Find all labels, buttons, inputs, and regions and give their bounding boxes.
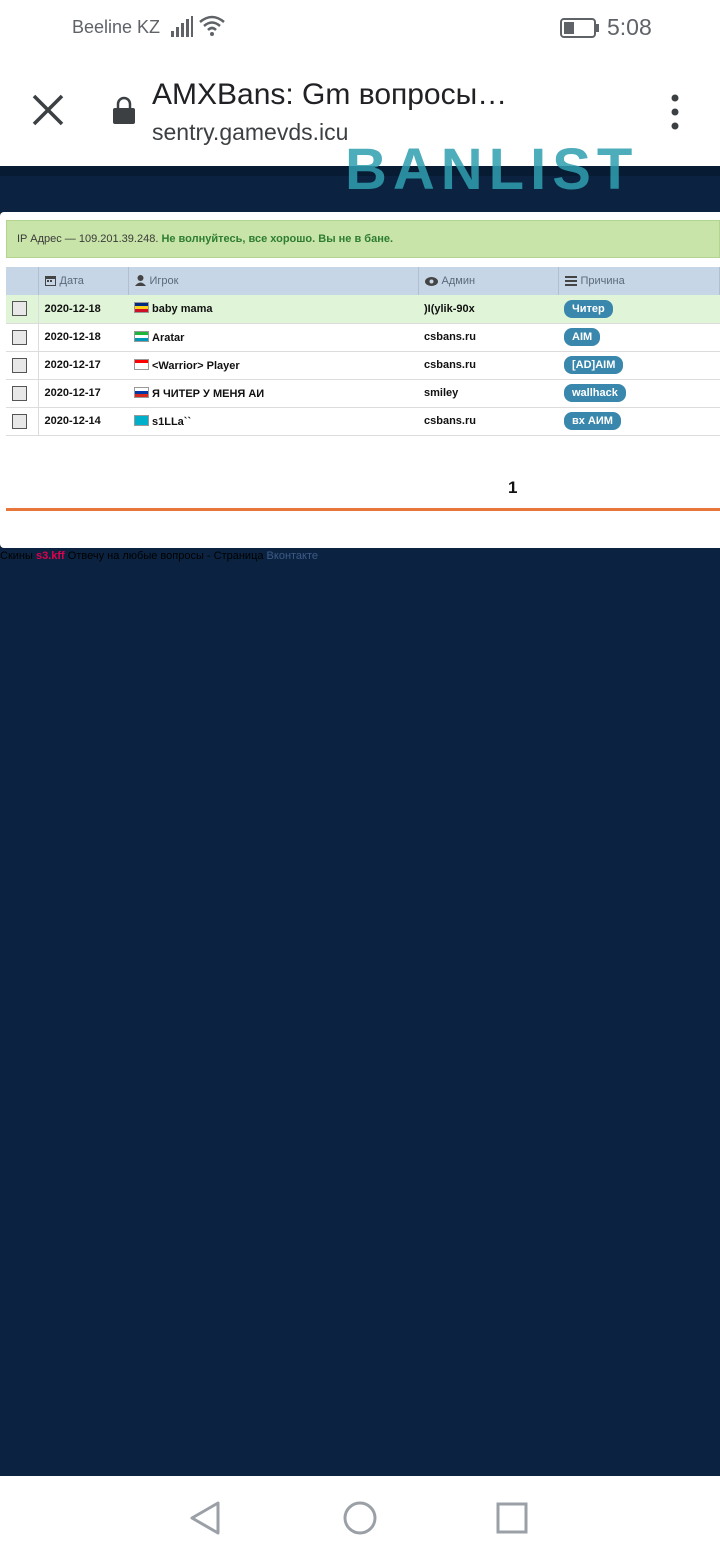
- player-cell: Я ЧИТЕР У МЕНЯ АИ: [128, 379, 418, 408]
- reason-cell: Читер: [558, 295, 720, 324]
- pagination: 1: [0, 474, 720, 504]
- footer-author-link[interactable]: s3.kff: [36, 550, 65, 562]
- home-icon[interactable]: [342, 1500, 378, 1536]
- cs-game-icon: [12, 329, 27, 345]
- table-row[interactable]: 2020-12-18 Aratar csbans.ru AIM: [6, 323, 720, 352]
- header-player-label: Игрок: [149, 275, 179, 287]
- more-options-icon[interactable]: [664, 92, 686, 132]
- reason-cell: [AD]AIM: [558, 351, 720, 380]
- footer-vk-link[interactable]: Вконтакте: [267, 550, 318, 562]
- reason-badge: Читер: [564, 299, 613, 318]
- player-cell: s1LLa``: [128, 407, 418, 436]
- header-date-label: Дата: [59, 275, 84, 287]
- game-cell: [6, 295, 39, 324]
- cellular-signal-icon: [171, 16, 193, 37]
- player-cell: <Warrior> Player: [128, 351, 418, 380]
- footer-prefix: Скины: [0, 550, 33, 562]
- footer-text: Отвечу на любые вопросы - Страница: [67, 550, 264, 562]
- battery-icon: [560, 18, 599, 38]
- list-icon: [564, 276, 577, 286]
- page-title: AMXBans: Gm вопросы…: [152, 78, 508, 111]
- reason-badge: AIM: [564, 328, 601, 346]
- calendar-icon: [44, 276, 56, 286]
- ban-date: 2020-12-18: [38, 295, 128, 324]
- flag-icon: [134, 302, 149, 314]
- player-name: Aratar: [152, 331, 185, 344]
- game-cell: [6, 323, 39, 352]
- close-icon[interactable]: [28, 90, 68, 130]
- player-name: Я ЧИТЕР У МЕНЯ АИ: [152, 387, 265, 400]
- lock-icon[interactable]: [112, 96, 136, 126]
- flag-icon: [134, 414, 149, 426]
- navigation-bar: [0, 1476, 720, 1560]
- flag-icon: [134, 358, 149, 370]
- table-row[interactable]: 2020-12-17 <Warrior> Player csbans.ru [A…: [6, 351, 720, 380]
- reason-cell: wallhack: [558, 379, 720, 408]
- reason-cell: AIM: [558, 323, 720, 352]
- footer: Скины s3.kff Отвечу на любые вопросы - С…: [0, 550, 318, 562]
- header-date[interactable]: Дата: [38, 267, 129, 295]
- admin-name: )I(ylik-90x: [418, 295, 558, 324]
- reason-cell: вх АИМ: [558, 407, 720, 436]
- header-reason[interactable]: Причина: [558, 267, 720, 295]
- ip-status-alert: IP Адрес — 109.201.39.248. Не волнуйтесь…: [6, 220, 720, 258]
- user-icon: [134, 275, 146, 286]
- reason-badge: [AD]AIM: [564, 356, 624, 374]
- table-row[interactable]: 2020-12-14 s1LLa`` csbans.ru вх АИМ: [6, 407, 720, 436]
- cs-game-icon: [12, 357, 27, 373]
- header-game: [6, 267, 39, 295]
- game-cell: [6, 379, 39, 408]
- page-url[interactable]: sentry.gamevds.icu: [152, 119, 348, 146]
- page-number-current[interactable]: 1: [508, 478, 517, 498]
- divider-line: [6, 508, 720, 511]
- flag-icon: [134, 386, 149, 398]
- player-name: <Warrior> Player: [152, 359, 240, 372]
- admin-name: csbans.ru: [418, 323, 558, 352]
- table-header-row: Дата Игрок Админ Причина: [6, 267, 720, 295]
- reason-badge: wallhack: [564, 384, 626, 402]
- reason-badge: вх АИМ: [564, 412, 621, 430]
- player-cell: baby mama: [128, 295, 418, 324]
- player-name: s1LLa``: [152, 415, 192, 428]
- ban-list-table: Дата Игрок Админ Причина 2020-12-18 baby…: [6, 267, 720, 436]
- game-cell: [6, 351, 39, 380]
- flag-icon: [134, 330, 149, 342]
- ban-status-text: Не волнуйтесь, все хорошо. Вы не в бане.: [161, 233, 394, 245]
- ban-date: 2020-12-14: [38, 407, 128, 436]
- header-admin-label: Админ: [441, 275, 476, 287]
- content-panel: IP Адрес — 109.201.39.248. Не волнуйтесь…: [0, 212, 720, 548]
- recent-apps-icon[interactable]: [496, 1502, 528, 1534]
- header-player[interactable]: Игрок: [128, 267, 419, 295]
- admin-name: csbans.ru: [418, 351, 558, 380]
- player-name: baby mama: [152, 303, 213, 316]
- table-row[interactable]: 2020-12-17 Я ЧИТЕР У МЕНЯ АИ smiley wall…: [6, 379, 720, 408]
- player-cell: Aratar: [128, 323, 418, 352]
- ban-date: 2020-12-17: [38, 379, 128, 408]
- header-reason-label: Причина: [580, 275, 625, 287]
- wifi-icon: [199, 15, 225, 36]
- ban-date: 2020-12-18: [38, 323, 128, 352]
- ip-address-text: IP Адрес — 109.201.39.248.: [17, 233, 159, 245]
- web-page: BANLIST IP Адрес — 109.201.39.248. Не во…: [0, 137, 720, 1476]
- status-bar: Beeline KZ 5:08: [0, 0, 720, 56]
- table-row[interactable]: 2020-12-18 baby mama )I(ylik-90x Читер: [6, 295, 720, 324]
- back-icon[interactable]: [188, 1500, 222, 1536]
- cs-game-icon: [12, 385, 27, 401]
- admin-name: smiley: [418, 379, 558, 408]
- admin-name: csbans.ru: [418, 407, 558, 436]
- clock: 5:08: [607, 14, 652, 40]
- cs-game-icon: [12, 301, 27, 317]
- header-admin[interactable]: Админ: [418, 267, 559, 295]
- game-cell: [6, 407, 39, 436]
- eye-icon: [424, 277, 438, 286]
- cs-game-icon: [12, 413, 27, 429]
- carrier-name: Beeline KZ: [72, 17, 161, 37]
- banner-logo: BANLIST: [345, 137, 639, 202]
- ban-date: 2020-12-17: [38, 351, 128, 380]
